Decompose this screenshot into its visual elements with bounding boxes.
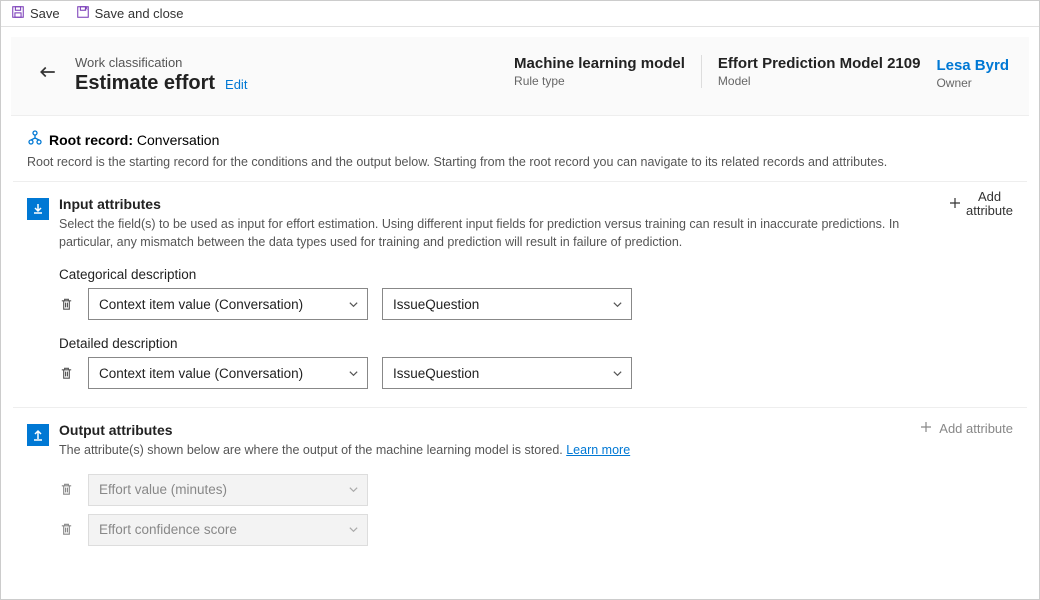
value-dropdown[interactable]: IssueQuestion bbox=[382, 357, 632, 389]
add-label-1: Add bbox=[978, 190, 1001, 204]
dropdown-value: IssueQuestion bbox=[393, 366, 479, 381]
field-dropdown[interactable]: Context item value (Conversation) bbox=[88, 357, 368, 389]
owner-label: Owner bbox=[936, 76, 1009, 90]
output-field-dropdown: Effort value (minutes) bbox=[88, 474, 368, 506]
header-title-block: Work classification Estimate effort Edit bbox=[75, 55, 494, 95]
dropdown-value: Effort confidence score bbox=[99, 522, 237, 537]
root-record-label: Root record: bbox=[49, 132, 133, 148]
add-label-2: attribute bbox=[966, 204, 1013, 218]
edit-link[interactable]: Edit bbox=[225, 77, 247, 92]
header-owner: Lesa Byrd Owner bbox=[936, 55, 1009, 90]
output-attribute-row: Effort confidence score bbox=[59, 514, 1013, 546]
upload-icon bbox=[27, 424, 49, 446]
save-close-label: Save and close bbox=[95, 6, 184, 21]
chevron-down-icon bbox=[348, 524, 359, 535]
input-section-title: Input attributes bbox=[59, 196, 1013, 212]
chevron-down-icon bbox=[612, 299, 623, 310]
add-label: Add attribute bbox=[939, 421, 1013, 436]
save-icon bbox=[11, 5, 25, 22]
save-close-icon bbox=[76, 5, 90, 22]
add-attribute-button[interactable]: Add attribute bbox=[966, 190, 1013, 219]
breadcrumb: Work classification bbox=[75, 55, 494, 70]
delete-button bbox=[59, 482, 74, 497]
output-field-dropdown: Effort confidence score bbox=[88, 514, 368, 546]
meta-value: Machine learning model bbox=[514, 55, 685, 72]
add-output-attribute-button: Add attribute bbox=[919, 420, 1013, 437]
output-section-title: Output attributes bbox=[59, 422, 1013, 438]
attribute-label: Categorical description bbox=[59, 267, 1013, 282]
input-attribute-row: Categorical description Context item val… bbox=[59, 267, 1013, 320]
save-label: Save bbox=[30, 6, 60, 21]
save-and-close-button[interactable]: Save and close bbox=[76, 5, 184, 22]
meta-rule-type: Machine learning model Rule type bbox=[514, 55, 701, 88]
input-section-description: Select the field(s) to be used as input … bbox=[59, 216, 939, 251]
delete-button[interactable] bbox=[59, 366, 74, 381]
chevron-down-icon bbox=[348, 299, 359, 310]
input-attribute-row: Detailed description Context item value … bbox=[59, 336, 1013, 389]
chevron-down-icon bbox=[348, 484, 359, 495]
dropdown-value: Context item value (Conversation) bbox=[99, 297, 303, 312]
meta-label: Model bbox=[718, 74, 921, 88]
dropdown-value: IssueQuestion bbox=[393, 297, 479, 312]
chevron-down-icon bbox=[348, 368, 359, 379]
chevron-down-icon bbox=[612, 368, 623, 379]
field-dropdown[interactable]: Context item value (Conversation) bbox=[88, 288, 368, 320]
delete-button bbox=[59, 522, 74, 537]
page-header: Work classification Estimate effort Edit… bbox=[11, 37, 1029, 116]
delete-button[interactable] bbox=[59, 297, 74, 312]
page-title: Estimate effort bbox=[75, 72, 215, 95]
attribute-label: Detailed description bbox=[59, 336, 1013, 351]
output-desc-text: The attribute(s) shown below are where t… bbox=[59, 443, 566, 457]
root-record-value: Conversation bbox=[137, 132, 220, 148]
plus-icon bbox=[919, 420, 933, 437]
back-button[interactable] bbox=[39, 63, 57, 86]
root-record-description: Root record is the starting record for t… bbox=[27, 155, 1013, 169]
input-attributes-section: Add attribute Input attributes Select th… bbox=[13, 182, 1027, 408]
learn-more-link[interactable]: Learn more bbox=[566, 443, 630, 457]
dropdown-value: Context item value (Conversation) bbox=[99, 366, 303, 381]
save-button[interactable]: Save bbox=[11, 5, 60, 22]
meta-model: Effort Prediction Model 2109 Model bbox=[701, 55, 937, 88]
header-meta: Machine learning model Rule type Effort … bbox=[514, 55, 936, 88]
output-attributes-section: Add attribute Output attributes The attr… bbox=[13, 408, 1027, 564]
output-attribute-row: Effort value (minutes) bbox=[59, 474, 1013, 506]
hierarchy-icon bbox=[27, 130, 43, 149]
top-toolbar: Save Save and close bbox=[1, 1, 1039, 27]
root-record-title: Root record: Conversation bbox=[27, 130, 1013, 149]
dropdown-value: Effort value (minutes) bbox=[99, 482, 227, 497]
root-record-section: Root record: Conversation Root record is… bbox=[13, 116, 1027, 182]
owner-name[interactable]: Lesa Byrd bbox=[936, 57, 1009, 74]
meta-label: Rule type bbox=[514, 74, 685, 88]
plus-icon bbox=[948, 196, 962, 213]
download-icon bbox=[27, 198, 49, 220]
value-dropdown[interactable]: IssueQuestion bbox=[382, 288, 632, 320]
meta-value: Effort Prediction Model 2109 bbox=[718, 55, 921, 72]
output-section-description: The attribute(s) shown below are where t… bbox=[59, 442, 939, 460]
